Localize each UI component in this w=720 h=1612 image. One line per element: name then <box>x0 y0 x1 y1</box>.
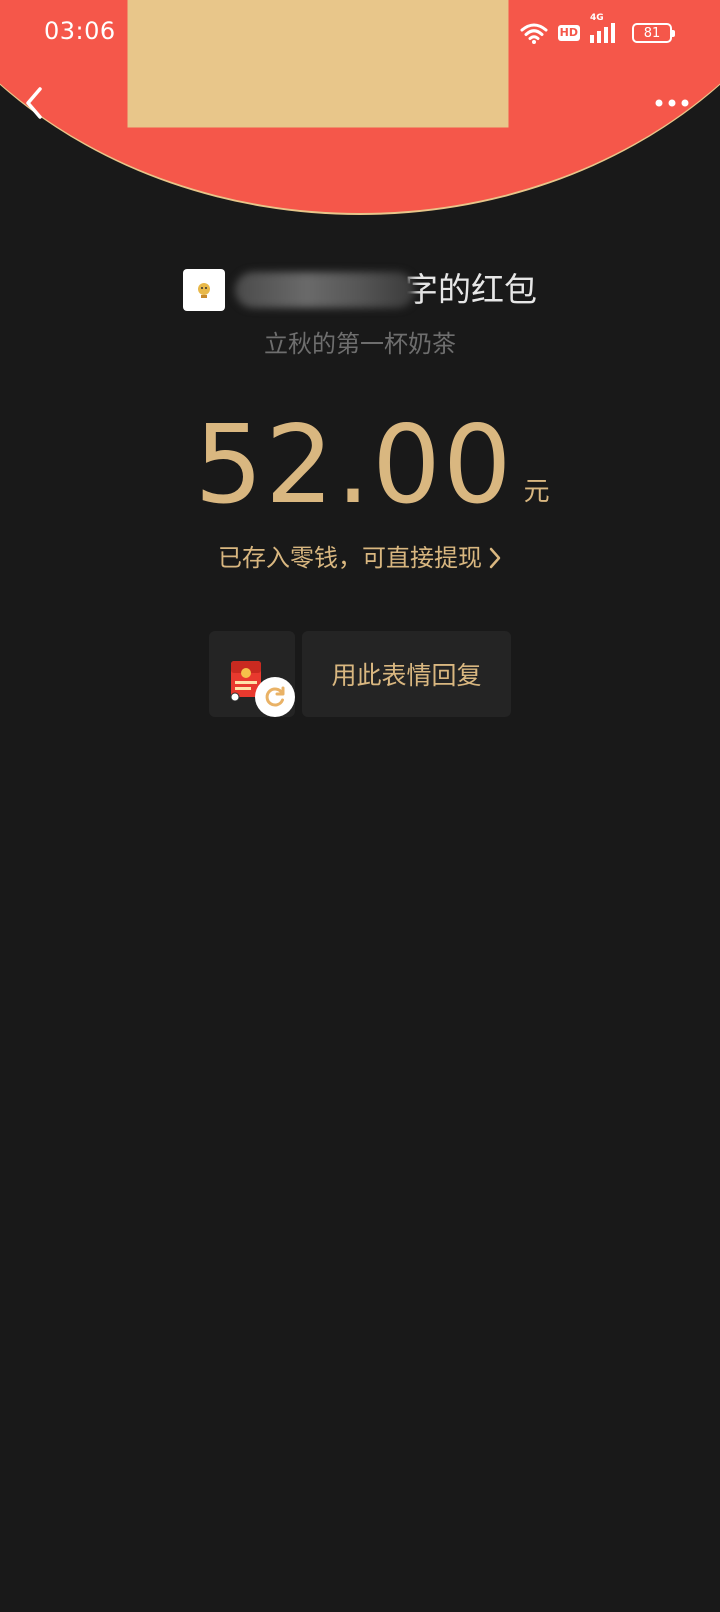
status-icons: HD 4G 81 <box>520 13 675 46</box>
deposit-text: 已存入零钱，可直接提现 <box>218 544 482 572</box>
status-bar: 03:06 HD 4G 81 <box>0 0 720 64</box>
sender-title-suffix: 字的红包 <box>405 270 537 309</box>
more-dots-icon[interactable] <box>654 92 690 114</box>
sticker-preview[interactable] <box>209 631 295 717</box>
deposit-to-change-link[interactable]: 已存入零钱，可直接提现 <box>0 540 720 576</box>
red-packet-amount: 52.00 <box>194 403 514 528</box>
signal-icon: 4G <box>590 13 622 45</box>
amount-unit: 元 <box>523 477 550 507</box>
sender-name-redacted <box>235 272 415 308</box>
red-packet-detail-page: 03:06 HD 4G 81 字的红包 立秋的第一杯奶茶 52.00 元 已存入… <box>0 0 720 1612</box>
hd-icon: HD <box>557 25 580 41</box>
reply-with-sticker-button[interactable]: 用此表情回复 <box>302 631 511 717</box>
back-chevron-icon[interactable] <box>18 84 52 122</box>
battery-icon: 81 <box>632 23 675 43</box>
refresh-sticker-button[interactable] <box>255 677 295 717</box>
refresh-icon <box>265 686 285 707</box>
status-time: 03:06 <box>44 17 116 45</box>
avatar-image-icon <box>198 283 210 298</box>
amount-row: 52.00 元 <box>0 402 720 522</box>
red-packet-wish: 立秋的第一杯奶茶 <box>264 330 456 358</box>
battery-level: 81 <box>643 25 661 41</box>
sender-row: 字的红包 <box>0 268 720 312</box>
wifi-icon <box>520 23 548 44</box>
sender-avatar[interactable] <box>183 269 225 311</box>
chevron-right-icon <box>489 547 501 569</box>
